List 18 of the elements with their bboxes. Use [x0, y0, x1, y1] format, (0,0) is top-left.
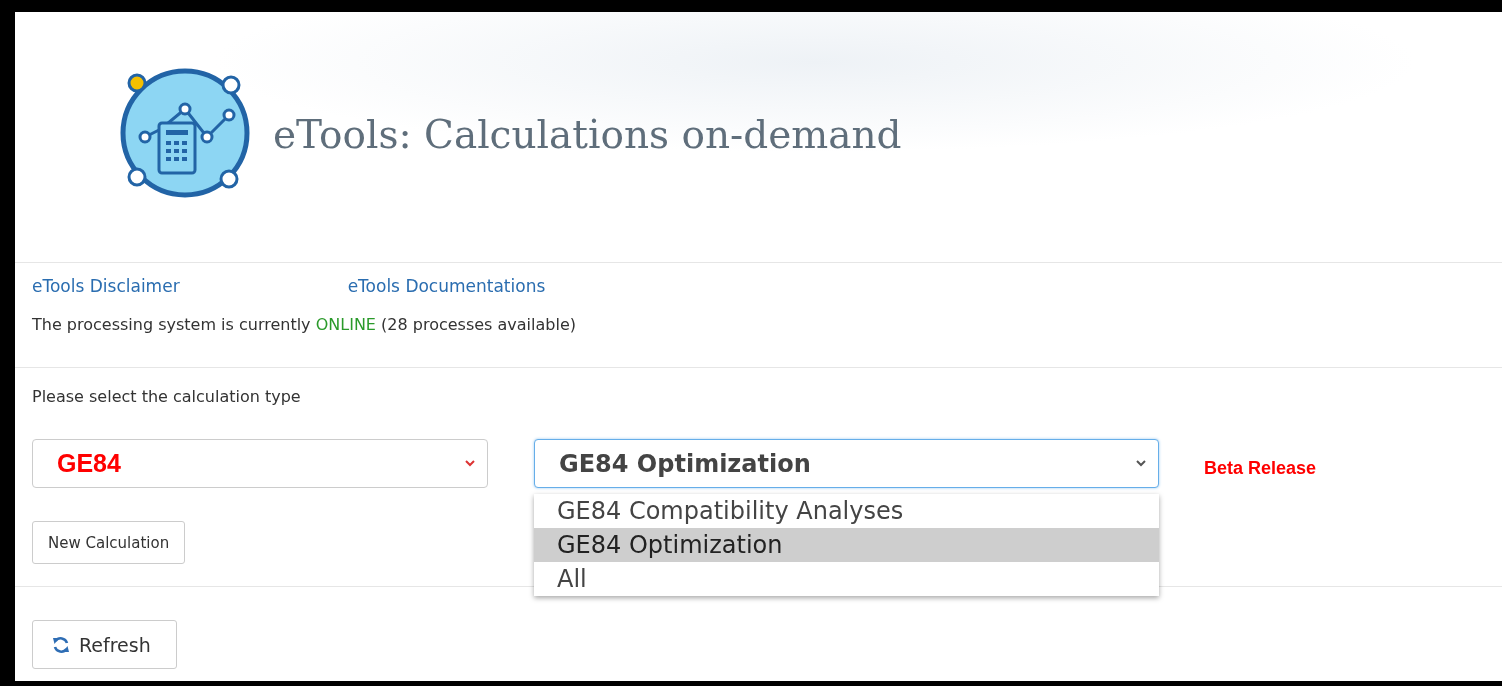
caret-icon [1136, 460, 1146, 467]
refresh-button[interactable]: Refresh [32, 620, 177, 669]
prompt-label: Please select the calculation type [32, 387, 302, 406]
status-text: The processing system is currently [32, 315, 311, 334]
status-value: ONLINE [315, 315, 376, 334]
category-select[interactable]: GE84 [32, 439, 488, 488]
new-calculation-button[interactable]: New Calculation [32, 521, 186, 564]
page-title: eTools: Calculations on-demand [273, 111, 902, 157]
release-note: Beta Release [1204, 458, 1317, 479]
nav-link[interactable]: eTools Disclaimer [32, 276, 180, 296]
status-text: (28 processes available) [381, 315, 576, 334]
dropdown-option[interactable]: GE84 Optimization [534, 528, 1159, 562]
dropdown-option[interactable]: All [534, 562, 1159, 596]
type-select[interactable]: GE84 Optimization [534, 439, 1159, 488]
dropdown-option[interactable]: GE84 Compatibility Analyses [534, 494, 1159, 528]
caret-icon [465, 460, 475, 467]
nav-link[interactable]: eTools Documentations [347, 276, 546, 296]
refresh-icon [51, 634, 71, 655]
